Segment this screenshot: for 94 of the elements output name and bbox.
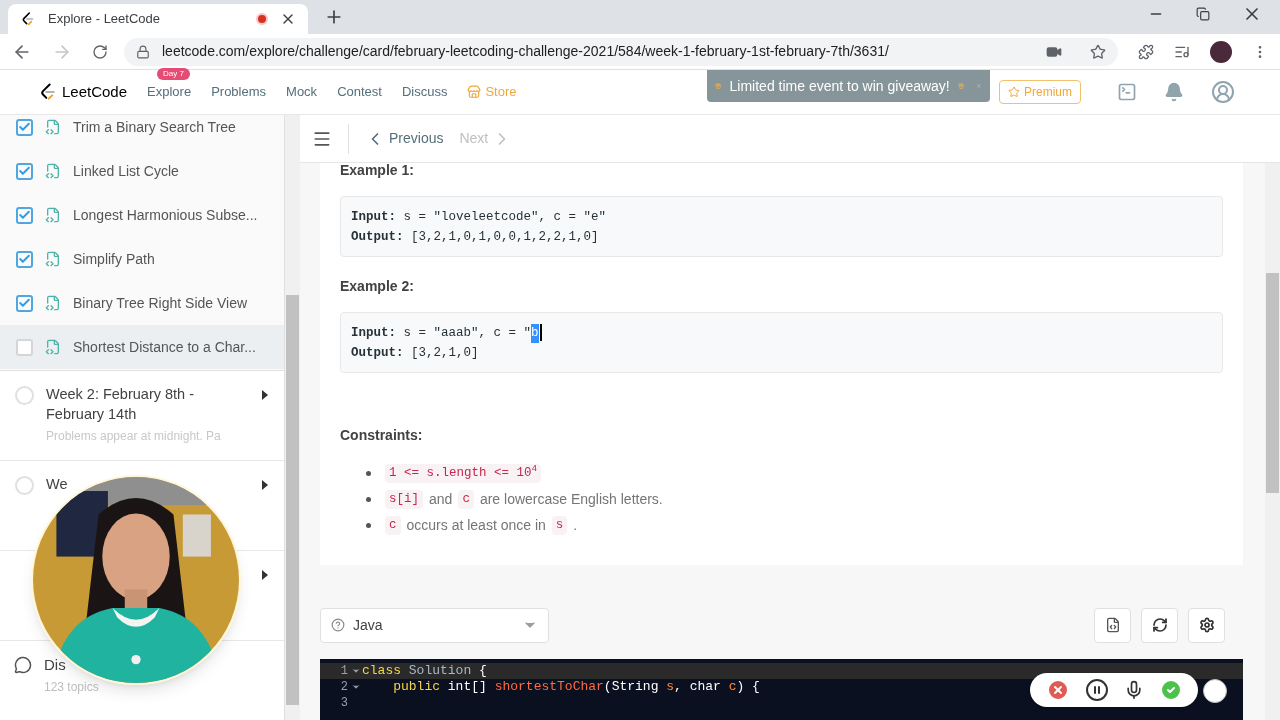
problem-title: Shortest Distance to a Char... [73,337,256,357]
comment-icon [14,656,32,674]
sidebar-scrollbar[interactable] [285,115,300,720]
nav-link[interactable]: Mock [286,82,318,102]
bullet-icon [366,497,371,502]
example-line: Output: [3,2,1,0,1,0,0,1,2,2,1,0] [351,229,599,246]
bullet-icon [366,471,371,476]
address-field[interactable]: leetcode.com/explore/challenge/card/february-leetcoding-challenge-2021/584/week-1-february-1st-february-7th/3631/ [124,37,1118,66]
problem-item[interactable]: Simplify Path [0,237,284,281]
problem-title: Simplify Path [73,249,155,269]
inline-code: c [385,516,401,535]
problem-title: Longest Harmonious Subse... [73,205,258,225]
checkbox[interactable] [16,294,33,312]
previous-button[interactable]: Previous [365,128,444,149]
nav-link[interactable]: Explore [147,82,192,102]
checkbox[interactable] [16,162,33,180]
bell-icon[interactable] [1164,82,1184,102]
code-line: public int[] shortestToChar(String s, char c) { [392,678,760,697]
constraint-text: . [573,516,578,535]
week-title: Week 2: February 8th - February 14th [46,385,196,424]
problem-item[interactable]: Binary Tree Right Side View [0,281,284,325]
code-file-icon [45,295,61,311]
problem-item[interactable]: Trim a Binary Search Tree [0,105,284,149]
code-file-icon [45,163,61,179]
code-file-icon [45,119,61,135]
account-icon[interactable] [1211,80,1235,104]
checkbox[interactable] [16,206,33,224]
expand-arrow-icon[interactable] [262,390,268,400]
text-cursor-icon [539,324,542,341]
line-number: 3 [339,695,348,712]
code-file-icon [45,339,61,355]
settings-icon [1198,617,1215,633]
help-icon [331,618,345,632]
example-heading: Example 2: [340,277,415,296]
inline-code: s [551,516,568,535]
week-title: We [46,475,69,494]
problem-item[interactable]: Linked List Cycle [0,149,284,193]
inline-code: 1 <= s.length <= 10$^{4}$ [385,464,542,483]
selected-text: b [531,324,539,343]
restore-icon[interactable] [1196,7,1210,21]
checkbox[interactable] [16,338,33,356]
tab-title: Explore - LeetCode [48,10,161,29]
example-line: Input: s = "aaab", c = " [351,325,532,342]
code-file-icon [45,251,61,267]
profile-avatar-icon[interactable] [1210,40,1232,63]
code-file-icon [1104,617,1121,633]
banner-text: Limited time event to win giveaway! [729,76,950,96]
line-number: 2 [339,679,348,696]
leetcode-logo-icon [20,11,36,27]
bookmark-star-icon[interactable] [1090,43,1106,60]
reset-button[interactable] [1141,607,1178,643]
star-icon [1008,86,1020,98]
inline-code: s[i] [385,490,423,509]
constraints-heading: Constraints: [340,426,424,445]
nav-link[interactable]: Contest [337,82,382,102]
code-file-button[interactable] [1094,607,1131,643]
reload-icon[interactable] [92,43,108,60]
browser-tab[interactable]: Explore - LeetCode [8,4,308,34]
checkbox[interactable] [16,118,33,136]
example-heading: Example 1: [340,161,415,180]
nav-link[interactable]: Discuss [401,82,448,102]
problem-title: Trim a Binary Search Tree [73,117,236,137]
playground-icon[interactable] [1117,82,1137,102]
inline-code: c [458,490,474,509]
discuss-count: 123 topics [44,678,99,696]
language-select[interactable]: Java [320,607,549,643]
checkbox[interactable] [16,250,33,268]
constraint-text: are lowercase English letters. [479,490,663,509]
extensions-icon[interactable] [1138,43,1154,60]
code-file-icon [45,207,61,223]
constraint-text: occurs at least once in [406,516,546,535]
code-editor[interactable]: 1 class Solution { 2 public int[] shortestToChar(String s, char c) { 3 [320,659,1243,720]
line-number: 1 [339,663,348,680]
problem-item[interactable]: Longest Harmonious Subse... [0,193,284,237]
brand-name[interactable]: LeetCode [62,80,128,104]
bullet-icon [366,523,371,528]
expand-arrow-icon[interactable] [262,570,268,580]
day-badge: Day 7 [157,68,190,81]
example-line: Output: [3,2,1,0] [351,345,479,362]
problem-title: Binary Tree Right Side View [73,293,248,313]
nav-link[interactable]: Problems [211,82,267,102]
page-scrollbar[interactable] [1265,163,1280,720]
store-icon [467,85,482,99]
problem-item[interactable]: Shortest Distance to a Char... [0,325,284,369]
constraint-text: and [429,490,453,509]
problem-title: Linked List Cycle [73,161,179,181]
settings-button[interactable] [1188,607,1225,643]
example-line: Input: s = "loveleetcode", c = "e" [351,209,607,226]
lock-icon [136,44,150,59]
pause-icon[interactable] [1084,678,1109,702]
discuss-title[interactable]: Dis [44,654,66,677]
code-line: class Solution { [362,662,487,681]
reset-icon [1151,617,1168,633]
expand-arrow-icon[interactable] [262,480,268,490]
